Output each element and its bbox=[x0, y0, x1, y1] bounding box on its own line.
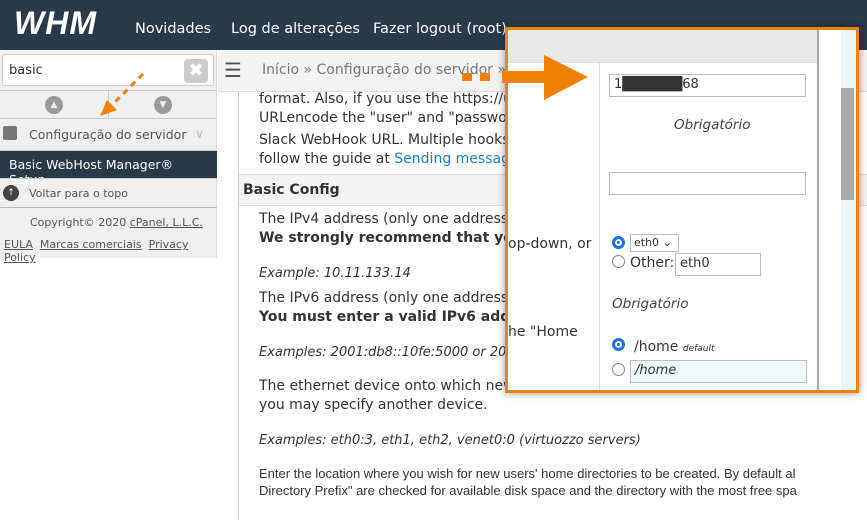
desc-fragment: op-down, or bbox=[508, 236, 592, 252]
server-icon bbox=[3, 126, 17, 140]
eth-other-radio[interactable] bbox=[612, 255, 625, 268]
eth-example: Examples: eth0:3, eth1, eth2, venet0:0 (… bbox=[259, 433, 641, 448]
sidebar-item-basic-setup[interactable]: Basic WebHost Manager® Setup bbox=[0, 150, 217, 187]
arrow-annotation-icon bbox=[100, 72, 145, 116]
nav-novidades[interactable]: Novidades bbox=[135, 21, 211, 37]
breadcrumb-sep: » bbox=[303, 62, 313, 78]
home-desc: Enter the location where you wish for ne… bbox=[259, 466, 797, 498]
chevron-down-icon[interactable]: ∨ bbox=[195, 126, 204, 141]
other-label: Other: bbox=[630, 255, 675, 271]
chevron-down-icon: ⌄ bbox=[662, 236, 672, 249]
copyright: Copyright© 2020 bbox=[30, 216, 127, 229]
home-input[interactable]: /home bbox=[630, 360, 807, 383]
desc-fragment: he "Home bbox=[508, 324, 578, 340]
breadcrumb-home[interactable]: Início bbox=[262, 62, 299, 78]
nav-changelog[interactable]: Log de alterações bbox=[231, 21, 360, 37]
home-custom-radio[interactable] bbox=[612, 363, 625, 376]
required-label: Obrigatório bbox=[674, 117, 751, 133]
sidebar: basic ✖ ▲ ▼ Configuração do servidor ∨ B… bbox=[0, 50, 217, 520]
whm-logo[interactable]: WHM bbox=[14, 5, 97, 42]
clear-search-icon[interactable]: ✖ bbox=[184, 59, 208, 83]
cpanel-link[interactable]: cPanel, L.L.C. bbox=[130, 216, 203, 229]
scrollbar-track[interactable] bbox=[819, 30, 841, 390]
eth-select-radio[interactable] bbox=[612, 236, 625, 249]
required-label: Obrigatório bbox=[612, 296, 689, 312]
scroll-up-icon[interactable]: ▲ bbox=[45, 96, 63, 114]
home-label: /home bbox=[634, 339, 679, 355]
eula-link[interactable]: EULA bbox=[4, 238, 33, 251]
eth-select[interactable]: eth0 ⌄ bbox=[630, 234, 679, 252]
menu-toggle-icon[interactable]: ☰ bbox=[224, 58, 242, 82]
scrollbar-thumb[interactable] bbox=[841, 88, 854, 200]
other-input[interactable]: eth0 bbox=[675, 253, 761, 276]
scroll-area bbox=[841, 30, 856, 390]
back-to-top[interactable]: ↑ Voltar para o topo bbox=[0, 178, 217, 208]
home-default-radio[interactable] bbox=[612, 338, 625, 351]
divider bbox=[599, 63, 600, 390]
default-tag: default bbox=[682, 344, 715, 354]
nav-logout[interactable]: Fazer logout (root) bbox=[373, 21, 507, 37]
arrow-up-icon: ↑ bbox=[3, 185, 19, 201]
sidebar-category[interactable]: Configuração do servidor ∨ bbox=[0, 118, 217, 150]
category-label: Configuração do servidor bbox=[29, 127, 187, 142]
back-to-top-label: Voltar para o topo bbox=[29, 187, 128, 200]
arrow-annotation-icon bbox=[462, 55, 588, 100]
trademarks-link[interactable]: Marcas comerciais bbox=[40, 238, 142, 251]
ipv6-input[interactable] bbox=[609, 172, 806, 195]
scroll-down-icon[interactable]: ▼ bbox=[154, 96, 172, 114]
ipv4-input[interactable]: 1██████68 bbox=[609, 74, 806, 97]
